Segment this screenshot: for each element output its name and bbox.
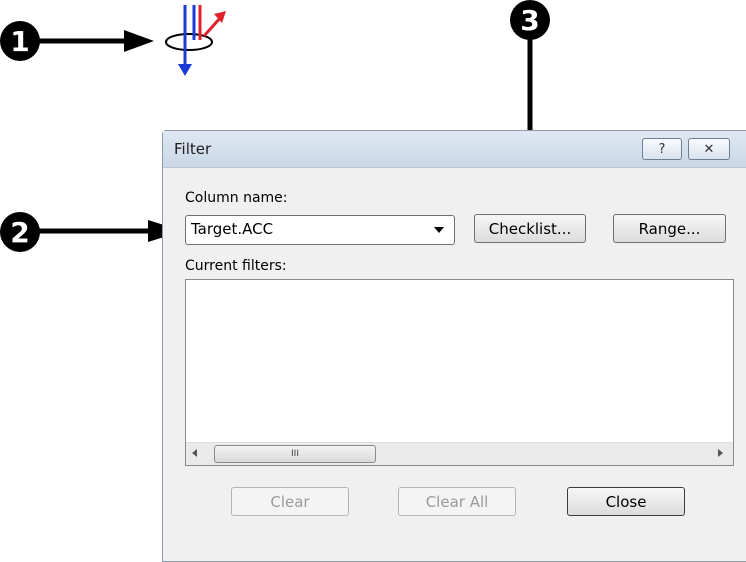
current-filters-label: Current filters: [185, 258, 287, 274]
scroll-grip: III [291, 449, 299, 459]
column-name-label: Column name: [185, 190, 288, 206]
horizontal-scrollbar[interactable]: III [186, 442, 733, 465]
close-button[interactable]: Close [567, 487, 685, 516]
checklist-button[interactable]: Checklist... [474, 214, 586, 243]
dialog-titlebar[interactable]: Filter ? ✕ [163, 131, 746, 168]
scroll-thumb[interactable]: III [214, 445, 376, 463]
scroll-left-icon[interactable] [192, 449, 197, 457]
callout-2: 2 [0, 212, 40, 252]
filter-icon [165, 5, 226, 76]
callout-3: 3 [510, 0, 550, 40]
clear-button[interactable]: Clear [231, 487, 349, 516]
column-name-select[interactable]: Target.ACC [185, 215, 455, 245]
column-name-value: Target.ACC [191, 220, 274, 238]
callout-1-arrow [38, 30, 154, 52]
filter-dialog: Filter ? ✕ Column name: Target.ACC Check… [162, 130, 746, 562]
close-x-button[interactable]: ✕ [688, 138, 730, 160]
chevron-down-icon [434, 227, 444, 233]
close-icon: ✕ [703, 141, 715, 157]
clear-all-button[interactable]: Clear All [398, 487, 516, 516]
dialog-title: Filter [174, 140, 212, 158]
help-button[interactable]: ? [642, 138, 682, 160]
current-filters-list[interactable]: III [185, 279, 734, 466]
range-button[interactable]: Range... [613, 214, 726, 243]
callout-1: 1 [0, 21, 40, 61]
scroll-right-icon[interactable] [718, 449, 723, 457]
help-icon: ? [658, 141, 666, 157]
